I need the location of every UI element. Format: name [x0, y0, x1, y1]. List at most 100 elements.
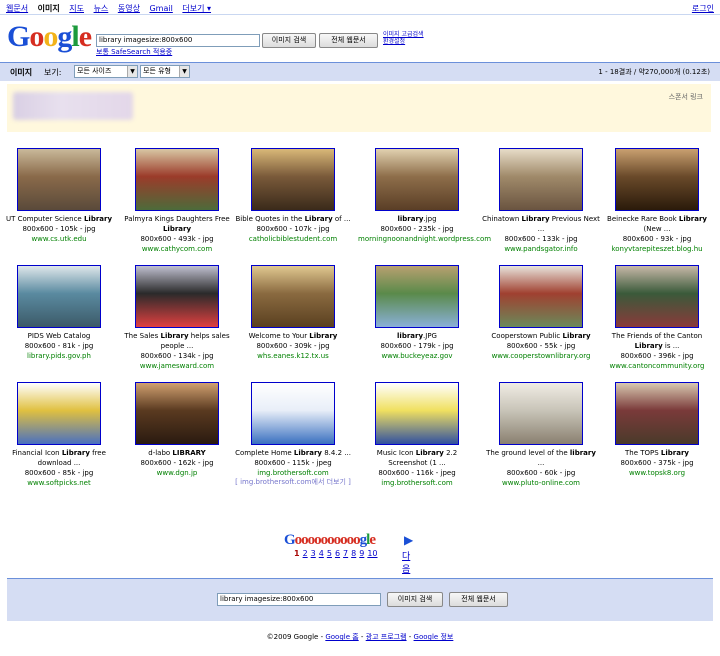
result-meta: 800x600 - 493k - jpg	[140, 235, 214, 243]
size-select[interactable]: 모든 사이즈 ▼	[74, 65, 138, 78]
bottom-search-bar: library imagesize:800x600 이미지 검색 전체 웹문서	[7, 578, 713, 621]
result-meta: 800x600 - 55k - jpg	[506, 342, 576, 350]
result-item: Bible Quotes in the Library of ... 800x60…	[234, 148, 352, 244]
page-link[interactable]: 7	[343, 549, 348, 558]
top-nav: 웹문서 이미지 지도 뉴스 동영상 Gmail 더보기 ▾	[6, 3, 218, 14]
result-title[interactable]: d-labo LIBRARY	[118, 448, 236, 458]
result-thumbnail[interactable]	[499, 382, 583, 445]
result-item: Chinatown Library Previous Next ... 800x6…	[482, 148, 600, 254]
page-link[interactable]: 2	[303, 549, 308, 558]
result-meta: 800x600 - 85k - jpg	[24, 469, 94, 477]
result-thumbnail[interactable]	[615, 148, 699, 211]
next-arrow-icon[interactable]: ▶	[404, 533, 413, 547]
footer-ads-link[interactable]: 광고 프로그램	[366, 633, 407, 641]
result-item: Financial Icon Library free download ...…	[0, 382, 118, 488]
result-title[interactable]: PIDS Web Catalog	[0, 331, 118, 341]
sponsored-area: 스폰서 링크	[7, 84, 711, 132]
nav-web[interactable]: 웹문서	[6, 4, 28, 13]
result-title[interactable]: The ground level of the library ...	[482, 448, 600, 468]
login-link[interactable]: 로그인	[692, 3, 714, 14]
result-title[interactable]: The TOPS Library	[598, 448, 716, 458]
result-domain: whs.eanes.k12.tx.us	[257, 352, 329, 360]
page-link[interactable]: 5	[327, 549, 332, 558]
advanced-search-link[interactable]: 이미지 고급검색	[383, 31, 424, 38]
search-input[interactable]	[96, 34, 260, 47]
result-title[interactable]: Complete Home Library 8.4.2 ...	[234, 448, 352, 458]
result-title[interactable]: UT Computer Science Library	[0, 214, 118, 224]
footer: ©2009 Google - Google 홈 - 광고 프로그램 - Goog…	[266, 633, 454, 641]
page-link[interactable]: 8	[351, 549, 356, 558]
result-thumbnail[interactable]	[615, 265, 699, 328]
result-thumbnail[interactable]	[499, 148, 583, 211]
result-thumbnail[interactable]	[375, 148, 459, 211]
result-item: Palmyra Kings Daughters Free Library 800x…	[118, 148, 236, 254]
page-link[interactable]: 6	[335, 549, 340, 558]
result-thumbnail[interactable]	[615, 382, 699, 445]
nav-video[interactable]: 동영상	[118, 4, 140, 13]
result-title[interactable]: Bible Quotes in the Library of ...	[234, 214, 352, 224]
nav-news[interactable]: 뉴스	[94, 4, 109, 13]
result-thumbnail[interactable]	[499, 265, 583, 328]
result-meta: 800x600 - 162k - jpg	[140, 459, 214, 467]
result-thumbnail[interactable]	[17, 265, 101, 328]
result-thumbnail[interactable]	[375, 265, 459, 328]
result-title[interactable]: Welcome to Your Library	[234, 331, 352, 341]
result-title[interactable]: The Sales Library helps sales people ...	[118, 331, 236, 351]
result-domain: catholicbiblestudent.com	[248, 235, 338, 243]
result-domain: www.topsk8.org	[628, 469, 686, 477]
result-title[interactable]: library.JPG	[358, 331, 476, 341]
result-thumbnail[interactable]	[135, 265, 219, 328]
result-title[interactable]: Chinatown Library Previous Next ...	[482, 214, 600, 234]
image-search-button[interactable]: 이미지 검색	[262, 33, 316, 48]
nav-gmail[interactable]: Gmail	[149, 4, 172, 13]
result-thumbnail[interactable]	[135, 382, 219, 445]
page-link[interactable]: 10	[367, 549, 377, 558]
result-meta: 800x600 - 107k - jpg	[256, 225, 330, 233]
result-title[interactable]: Palmyra Kings Daughters Free Library	[118, 214, 236, 234]
result-domain: www.softpicks.net	[27, 479, 91, 487]
safesearch-link[interactable]: 보통 SafeSearch 적용중	[96, 47, 172, 57]
page-link[interactable]: 4	[319, 549, 324, 558]
result-thumbnail[interactable]	[251, 265, 335, 328]
bottom-search-input[interactable]: library imagesize:800x600	[217, 593, 381, 606]
chevron-down-icon: ▼	[127, 66, 137, 77]
result-thumbnail[interactable]	[135, 148, 219, 211]
settings-link[interactable]: 환경설정	[383, 38, 424, 45]
result-meta: 800x600 - 60k - jpg	[506, 469, 576, 477]
nav-maps[interactable]: 지도	[69, 4, 84, 13]
result-title[interactable]: Financial Icon Library free download ...	[0, 448, 118, 468]
nav-more[interactable]: 더보기 ▾	[182, 4, 211, 13]
result-title[interactable]: Music Icon Library 2.2 Screenshot (1 ...	[358, 448, 476, 468]
result-meta: 800x600 - 396k - jpg	[620, 352, 694, 360]
result-item: The TOPS Library 800x600 - 375k - jpg www.…	[598, 382, 716, 478]
page-link: 1	[294, 549, 300, 558]
result-meta: 800x600 - 235k - jpg	[380, 225, 454, 233]
type-select[interactable]: 모든 유형 ▼	[140, 65, 190, 78]
result-title[interactable]: Cooperstown Public Library	[482, 331, 600, 341]
result-title[interactable]: Beinecke Rare Book Library (New ...	[598, 214, 716, 234]
result-meta: 800x600 - 105k - jpg	[22, 225, 96, 233]
next-page-link[interactable]: 다음	[402, 549, 410, 575]
result-title[interactable]: library.jpg	[358, 214, 476, 224]
more-from-site-link[interactable]: [ img.brothersoft.com에서 더보기 ]	[234, 478, 352, 487]
google-logo[interactable]: Google	[7, 20, 92, 54]
page-link[interactable]: 9	[359, 549, 364, 558]
result-domain: morningnoonandnight.wordpress.com	[358, 235, 492, 243]
footer-about-link[interactable]: Google 정보	[414, 633, 454, 641]
bottom-web-search-button[interactable]: 전체 웹문서	[449, 592, 508, 607]
result-domain: konyvtarepiteszet.blog.hu	[611, 245, 703, 253]
result-thumbnail[interactable]	[17, 148, 101, 211]
blurred-ad[interactable]	[13, 92, 133, 120]
page-link[interactable]: 3	[311, 549, 316, 558]
result-thumbnail[interactable]	[251, 148, 335, 211]
sponsored-label: 스폰서 링크	[668, 93, 703, 101]
result-thumbnail[interactable]	[251, 382, 335, 445]
result-thumbnail[interactable]	[375, 382, 459, 445]
top-divider	[0, 14, 720, 15]
footer-home-link[interactable]: Google 홈	[325, 633, 358, 641]
bottom-image-search-button[interactable]: 이미지 검색	[387, 592, 443, 607]
web-search-button[interactable]: 전체 웹문서	[319, 33, 378, 48]
result-thumbnail[interactable]	[17, 382, 101, 445]
result-domain: www.pandsgator.info	[504, 245, 578, 253]
result-title[interactable]: The Friends of the Canton Library is ...	[598, 331, 716, 351]
